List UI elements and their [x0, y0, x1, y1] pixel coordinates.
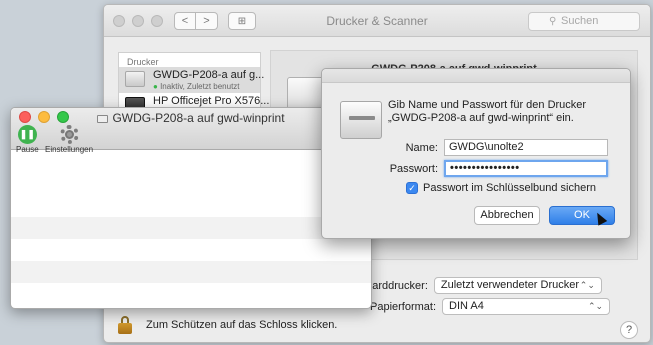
name-row: Name: GWDG\unolte2 [352, 139, 608, 156]
lock-icon[interactable] [118, 316, 132, 334]
lock-row: Zum Schützen auf das Schloss klicken. [118, 316, 337, 334]
default-printer-select[interactable]: Zuletzt verwendeter Drucker ⌃⌄ [433, 277, 602, 294]
queue-row [11, 173, 371, 195]
printer-name: GWDG-P208-a auf g... [153, 69, 265, 81]
queue-row [11, 239, 371, 261]
queue-title: GWDG-P208-a auf gwd-winprint [11, 111, 371, 125]
pause-icon: ❚❚ [17, 125, 37, 144]
keychain-checkbox[interactable]: ✓ [406, 182, 418, 194]
queue-titlebar: GWDG-P208-a auf gwd-winprint ❚❚ Pause Ei… [11, 108, 371, 154]
printer-status-text: Inaktiv, Zuletzt benutzt [160, 82, 240, 91]
list-header: Drucker [127, 57, 159, 67]
queue-row [11, 261, 371, 283]
chevron-updown-icon: ⌃⌄ [587, 301, 604, 311]
ok-button[interactable]: OK [549, 206, 615, 225]
default-printer-row: ndarddrucker: Zuletzt verwendeter Drucke… [360, 276, 602, 295]
paper-size-value: DIN A4 [449, 300, 484, 312]
name-label: Name: [405, 141, 438, 154]
keychain-label: Passwort im Schlüsselbund sichern [423, 182, 597, 194]
search-placeholder: Suchen [561, 15, 599, 27]
gear-icon [59, 125, 79, 144]
print-queue-window: GWDG-P208-a auf gwd-winprint ❚❚ Pause Ei… [10, 107, 372, 309]
queue-row [11, 217, 371, 239]
password-row: Passwort: •••••••••••••••• [352, 160, 608, 177]
auth-message: Gib Name und Passwort für den Drucker „G… [388, 99, 587, 124]
printer-icon [97, 114, 109, 123]
paper-size-row: Papierformat: DIN A4 ⌃⌄ [370, 297, 611, 316]
help-button[interactable]: ? [620, 321, 638, 339]
dialog-titlebar [322, 69, 630, 83]
name-field[interactable]: GWDG\unolte2 [444, 139, 608, 156]
printer-name: HP Officejet Pro X576... [153, 95, 270, 107]
status-dot-icon: ● [153, 82, 158, 91]
password-label: Passwort: [389, 162, 438, 175]
printer-status: ● Inaktiv, Zuletzt benutzt [153, 82, 240, 91]
pause-button[interactable]: ❚❚ Pause [16, 125, 39, 154]
settings-button[interactable]: Einstellungen [45, 125, 93, 154]
cancel-button[interactable]: Abbrechen [474, 206, 540, 225]
printer-icon [125, 71, 145, 87]
auth-dialog: Gib Name und Passwort für den Drucker „G… [321, 68, 631, 239]
queue-row [11, 195, 371, 217]
queue-title-text: GWDG-P208-a auf gwd-winprint [112, 111, 285, 125]
keychain-checkbox-row[interactable]: ✓ Passwort im Schlüsselbund sichern [406, 182, 596, 194]
queue-row [11, 151, 371, 173]
default-printer-value: Zuletzt verwendeter Drucker [440, 279, 580, 291]
printer-list-item[interactable]: GWDG-P208-a auf g... ● Inaktiv, Zuletzt … [119, 67, 264, 93]
chevron-updown-icon: ⌃⌄ [579, 280, 595, 290]
search-icon: ⚲ [549, 16, 557, 27]
lock-text: Zum Schützen auf das Schloss klicken. [146, 319, 338, 331]
printer-icon [340, 101, 382, 139]
main-titlebar: < > ⊞ Drucker & Scanner ⚲ Suchen [104, 5, 650, 37]
search-input[interactable]: ⚲ Suchen [528, 12, 640, 31]
paper-size-label: Papierformat: [370, 300, 437, 313]
password-field[interactable]: •••••••••••••••• [444, 160, 608, 177]
paper-size-select[interactable]: DIN A4 ⌃⌄ [442, 298, 611, 315]
queue-row [11, 283, 371, 305]
